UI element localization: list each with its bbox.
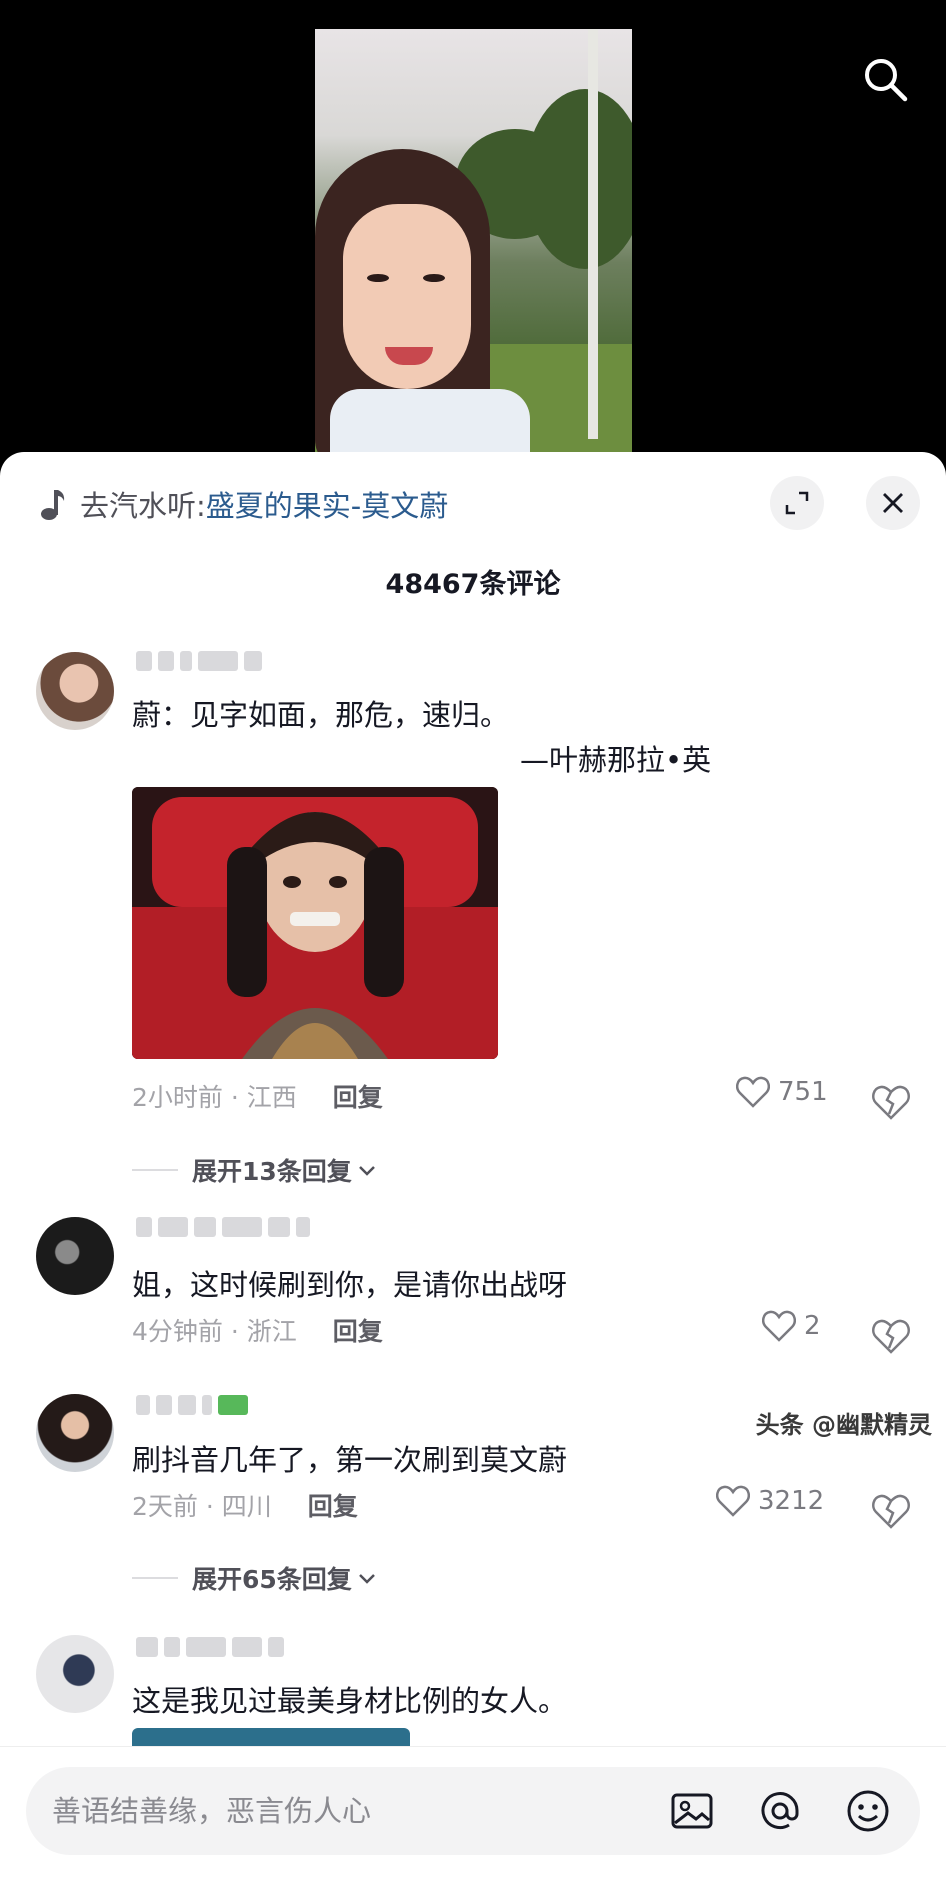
avatar[interactable] [36, 1635, 114, 1713]
like-count: 3212 [758, 1486, 825, 1516]
close-button[interactable] [866, 476, 920, 530]
expand-replies-button[interactable]: 展开65条回复 [132, 1560, 378, 1596]
comment-image-art [132, 787, 498, 1059]
comment-input-bar [0, 1746, 946, 1902]
chevron-down-icon [358, 1574, 375, 1584]
expand-replies-label: 展开13条回复 [192, 1157, 352, 1186]
comment-text: 刷抖音几年了，第一次刷到莫文蔚 [132, 1443, 568, 1477]
like-button[interactable]: 2 [762, 1310, 821, 1342]
at-icon[interactable] [756, 1787, 804, 1835]
comment-meta: 2天前 · 四川 回复 [132, 1487, 358, 1523]
comment-text-signature: —叶赫那拉•英 [520, 743, 712, 777]
like-button[interactable]: 3212 [716, 1485, 824, 1517]
video-player[interactable] [315, 29, 632, 454]
comment-time-location: 4分钟前 · 浙江 [132, 1317, 297, 1346]
expand-icon [785, 491, 809, 515]
music-note-icon [41, 490, 65, 520]
video-person-eye [423, 274, 445, 282]
chevron-down-icon [358, 1166, 375, 1176]
comment-time-location: 2小时前 · 江西 [132, 1083, 297, 1112]
username-blurred[interactable] [136, 1392, 248, 1418]
avatar[interactable] [36, 1217, 114, 1295]
comment-input[interactable] [52, 1767, 652, 1855]
video-tree [525, 89, 632, 269]
expand-line [132, 1169, 178, 1171]
reply-button[interactable]: 回复 [333, 1312, 383, 1348]
emoji-icon[interactable] [844, 1787, 892, 1835]
comment-meta: 2小时前 · 江西 回复 [132, 1078, 383, 1114]
watermark: 头条 @幽默精灵 [755, 1411, 932, 1439]
reply-button[interactable]: 回复 [333, 1078, 383, 1114]
search-icon [865, 59, 908, 102]
heart-icon [736, 1076, 770, 1108]
comment-text: 这是我见过最美身材比例的女人。 [132, 1684, 568, 1718]
broken-heart-icon[interactable] [871, 1491, 911, 1531]
comment-image-partial[interactable] [132, 1728, 410, 1746]
broken-heart-icon[interactable] [871, 1082, 911, 1122]
heart-icon [762, 1310, 796, 1342]
comment-text: 姐，这时候刷到你，是请你出战呀 [132, 1268, 568, 1302]
video-pole [588, 29, 598, 439]
music-song-title[interactable]: 盛夏的果实-莫文蔚 [206, 483, 448, 525]
expand-button[interactable] [770, 476, 824, 530]
close-icon [883, 493, 903, 513]
video-person-eye [367, 274, 389, 282]
expand-replies-label: 展开65条回复 [192, 1565, 352, 1594]
comment-count: 48467条评论 [385, 569, 561, 600]
like-button[interactable]: 751 [736, 1076, 828, 1108]
comment-sheet: 去汽水听: 盛夏的果实-莫文蔚 48467条评论 蔚：见字如面，那危，速归。 —… [0, 452, 946, 1902]
music-link[interactable]: 去汽水听: 盛夏的果实-莫文蔚 [40, 480, 448, 528]
expand-replies-button[interactable]: 展开13条回复 [132, 1152, 378, 1188]
comment-input-box[interactable] [26, 1767, 920, 1855]
heart-icon [716, 1485, 750, 1517]
video-person-shirt [330, 389, 530, 454]
comment-text: 蔚：见字如面，那危，速归。 [132, 698, 510, 732]
like-count: 2 [804, 1311, 821, 1341]
image-icon[interactable] [668, 1787, 716, 1835]
comment-time-location: 2天前 · 四川 [132, 1492, 272, 1521]
comment-image[interactable] [132, 787, 498, 1059]
like-count: 751 [778, 1077, 828, 1107]
username-blurred[interactable] [136, 1634, 284, 1660]
username-blurred[interactable] [136, 648, 262, 674]
reply-button[interactable]: 回复 [308, 1487, 358, 1523]
music-prefix: 去汽水听: [80, 489, 206, 523]
avatar[interactable] [36, 1394, 114, 1472]
avatar[interactable] [36, 652, 114, 730]
expand-line [132, 1577, 178, 1579]
broken-heart-icon[interactable] [871, 1316, 911, 1356]
search-button[interactable] [856, 50, 914, 108]
comment-meta: 4分钟前 · 浙江 回复 [132, 1312, 383, 1348]
username-blurred[interactable] [136, 1214, 310, 1240]
